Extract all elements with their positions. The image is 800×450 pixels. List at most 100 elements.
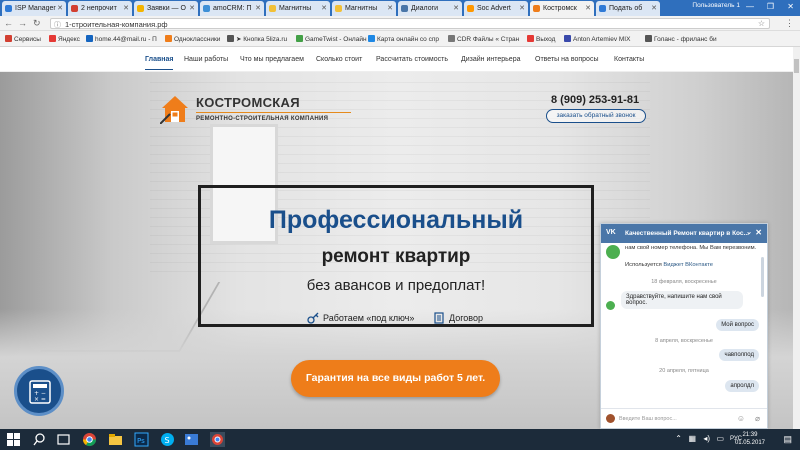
vk-message-input[interactable]: Введите Ваш вопрос... ☺ ⌀: [601, 408, 767, 428]
nav-item-home[interactable]: Главная: [145, 56, 174, 70]
browser-tab[interactable]: ISP Manager ✕: [2, 1, 66, 16]
close-icon[interactable]: ✕: [755, 228, 762, 237]
close-icon[interactable]: ✕: [321, 4, 327, 12]
chrome-icon[interactable]: [82, 432, 97, 447]
clock-time: 21:39: [742, 432, 758, 438]
browser-tab[interactable]: Магнитны ✕: [266, 1, 330, 16]
nav-item-works[interactable]: Наши работы: [184, 56, 228, 63]
task-view-icon[interactable]: [56, 432, 71, 447]
file-explorer-icon[interactable]: [108, 432, 123, 447]
vk-widget-header[interactable]: VK Качественный Ремонт квартир в Кос... …: [601, 224, 767, 243]
community-avatar: [606, 245, 620, 259]
reload-icon[interactable]: ↻: [33, 18, 41, 29]
calculator-button[interactable]: + − × =: [14, 366, 64, 416]
forward-icon[interactable]: →: [18, 18, 27, 28]
browser-tab[interactable]: Подать об ✕: [596, 1, 660, 16]
chat-scrollbar[interactable]: [761, 257, 764, 297]
vk-powered-by: Используется Виджет ВКонтакте: [625, 262, 713, 268]
hero-tagline: без авансов и предоплат!: [306, 277, 486, 294]
tab-favicon-icon: [599, 5, 606, 12]
scrollbar-thumb[interactable]: [794, 59, 799, 73]
menu-dots-icon[interactable]: ⋮: [785, 18, 794, 29]
bookmark-star-icon[interactable]: ☆: [758, 19, 765, 28]
network-icon[interactable]: ▦: [688, 434, 696, 443]
tray-arrow-icon[interactable]: ⌃: [675, 434, 682, 443]
bookmark-item[interactable]: Карта онлайн со спр: [368, 35, 439, 43]
skype-icon[interactable]: S: [160, 432, 175, 447]
photoshop-icon[interactable]: Ps: [134, 432, 149, 447]
close-icon[interactable]: ✕: [57, 4, 63, 12]
nav-item-calculate[interactable]: Рассчитать стоимость: [376, 56, 448, 63]
callback-button[interactable]: заказать обратный звонок: [546, 109, 646, 123]
nav-item-offer[interactable]: Что мы предлагаем: [240, 56, 304, 63]
bookmark-item[interactable]: home.44@mail.ru - П: [86, 35, 157, 43]
volume-icon[interactable]: ◂): [703, 434, 710, 443]
windows-start-icon[interactable]: [6, 432, 21, 447]
search-icon[interactable]: [32, 432, 47, 447]
chevron-down-icon[interactable]: ⌄: [746, 228, 752, 236]
keyboard-icon[interactable]: ▭: [716, 434, 724, 443]
close-icon[interactable]: ✕: [255, 4, 261, 12]
clock[interactable]: 21:39 01.05.2017: [735, 431, 765, 447]
close-icon[interactable]: ✕: [585, 4, 591, 12]
close-icon[interactable]: ✕: [123, 4, 129, 12]
bookmark-item[interactable]: ➤ Кнопка 5liza.ru: [227, 35, 287, 43]
browser-tab-active[interactable]: Костромск ✕: [530, 1, 594, 16]
browser-tab[interactable]: 2 непрочит ✕: [68, 1, 132, 16]
bookmark-item[interactable]: Сервисы: [5, 35, 41, 43]
nav-item-faq[interactable]: Ответы на вопросы: [535, 56, 598, 63]
svg-text:Ps: Ps: [137, 437, 145, 445]
user-avatar: [606, 414, 615, 423]
emoji-icon[interactable]: ☺: [737, 414, 745, 423]
maximize-icon[interactable]: ❐: [767, 2, 774, 11]
page-scrollbar[interactable]: [793, 47, 800, 429]
window-close-icon[interactable]: ✕: [787, 2, 794, 11]
bookmark-item[interactable]: Выход: [527, 35, 555, 43]
close-icon[interactable]: ✕: [519, 4, 525, 12]
chat-date: 8 апреля, воскресенье: [655, 338, 713, 344]
bookmark-item[interactable]: Яндекс: [49, 35, 80, 43]
notifications-icon[interactable]: ▤: [783, 434, 792, 445]
browser-tab[interactable]: Магнитны ✕: [332, 1, 396, 16]
close-icon[interactable]: ✕: [453, 4, 459, 12]
bookmark-item[interactable]: Голанс - фриланс би: [645, 35, 717, 43]
page-info-icon[interactable]: ⓘ: [54, 20, 61, 30]
browser-tab[interactable]: Диалоги ✕: [398, 1, 462, 16]
logo-subtitle: РЕМОНТНО-СТРОИТЕЛЬНАЯ КОМПАНИЯ: [196, 116, 329, 122]
attach-icon[interactable]: ⌀: [755, 414, 760, 423]
house-logo-icon[interactable]: [160, 94, 190, 124]
bookmark-item[interactable]: CDR Файлы « Стран: [448, 35, 519, 43]
calculator-icon: + − × =: [29, 380, 51, 404]
logo-title[interactable]: КОСТРОМСКАЯ: [196, 95, 300, 110]
guarantee-button[interactable]: Гарантия на все виды работ 5 лет.: [291, 360, 500, 397]
photos-icon[interactable]: [184, 432, 199, 447]
browser-tab[interactable]: Soc Advert ✕: [464, 1, 528, 16]
site-nav: Главная Наши работы Что мы предлагаем Ск…: [0, 47, 793, 72]
tab-favicon-icon: [137, 5, 144, 12]
browser-tab[interactable]: amoCRM: П ✕: [200, 1, 264, 16]
bookmark-item[interactable]: Одноклассники: [165, 35, 220, 43]
odnoklassniki-icon: [165, 35, 172, 42]
yandex-icon: [49, 35, 56, 42]
back-icon[interactable]: ←: [4, 18, 13, 28]
windows-taskbar: Ps S ⌃ ▦ ◂) ▭ РУС 21:39 01.05.2017 ▤: [0, 429, 800, 450]
profile-label[interactable]: Пользователь 1: [692, 2, 740, 9]
nav-item-design[interactable]: Дизайн интерьера: [461, 56, 521, 63]
chat-message-outgoing: апролдл: [725, 380, 759, 392]
browser-tab[interactable]: Заявки — О ✕: [134, 1, 198, 16]
phone-number[interactable]: 8 (909) 253-91-81: [551, 94, 639, 106]
minimize-icon[interactable]: —: [746, 2, 754, 11]
tab-favicon-icon: [533, 5, 540, 12]
url-field[interactable]: ⓘ 1-строительная-компания.рф ☆: [50, 18, 770, 29]
close-icon[interactable]: ✕: [651, 4, 657, 12]
nav-item-contacts[interactable]: Контакты: [614, 56, 644, 63]
close-icon[interactable]: ✕: [189, 4, 195, 12]
tab-favicon-icon: [203, 5, 210, 12]
bookmark-item[interactable]: GameTwist - Онлайн: [296, 35, 367, 43]
close-icon[interactable]: ✕: [387, 4, 393, 12]
vk-widget-link[interactable]: Виджет ВКонтакте: [663, 262, 713, 268]
chrome-app-icon[interactable]: [210, 432, 225, 447]
bookmark-item[interactable]: Anton Artemiev MIX: [564, 35, 630, 43]
nav-item-price[interactable]: Сколько стоит: [316, 56, 362, 63]
vk-chat-messages[interactable]: нам свой номер телефона. Мы Вам перезвон…: [601, 243, 767, 409]
